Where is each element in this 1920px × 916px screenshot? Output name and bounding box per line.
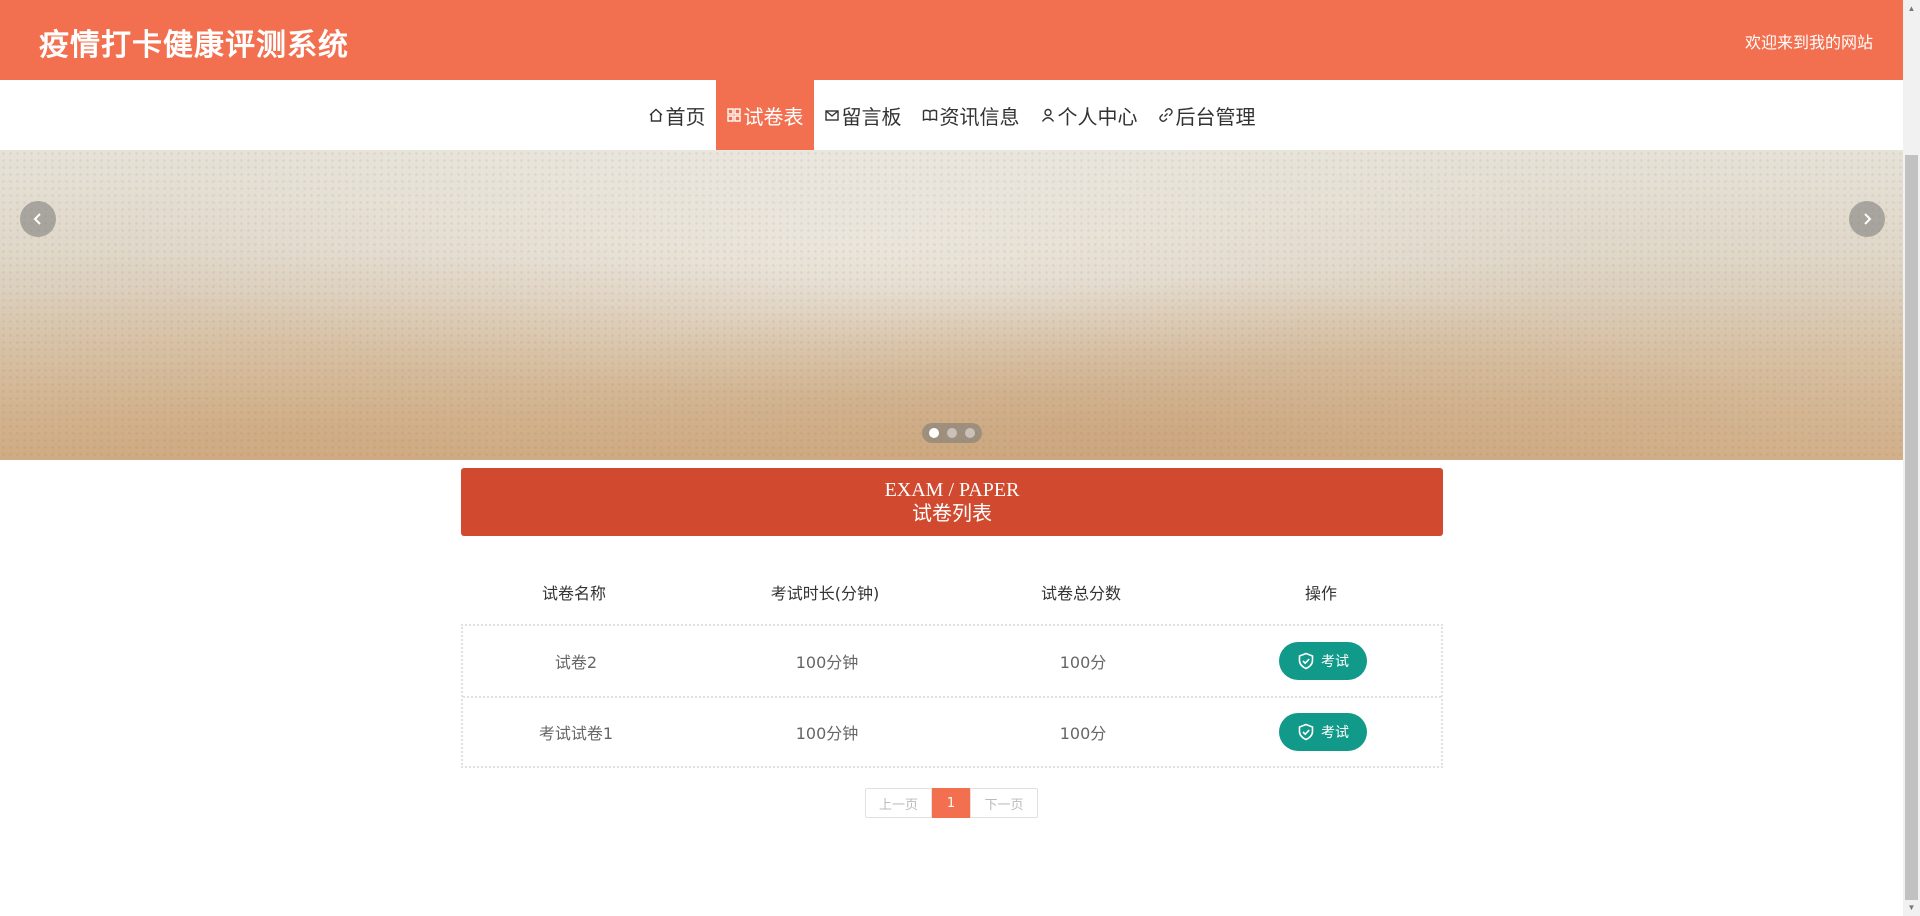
carousel-dot[interactable] (965, 428, 975, 438)
pagination: 上一页 1 下一页 (865, 788, 1038, 818)
column-header: 考试时长(分钟) (770, 584, 880, 603)
welcome-text: 欢迎来到我的网站 (1744, 33, 1873, 52)
chevron-right-icon (1864, 213, 1872, 225)
nav-item-papers[interactable]: 试卷表 (715, 80, 814, 150)
prev-page-button[interactable]: 上一页 (865, 788, 932, 818)
home-icon (649, 108, 662, 122)
section-title: EXAM / PAPER 试卷列表 (461, 468, 1443, 536)
site-header: 疫情打卡健康评测系统 欢迎来到我的网站 (0, 0, 1903, 80)
carousel-next-button[interactable] (1849, 201, 1885, 237)
nav-item-label: 试卷表 (743, 104, 804, 129)
column-header: 试卷名称 (541, 584, 606, 603)
paper-score: 100分 (1059, 653, 1107, 672)
paper-name: 试卷2 (554, 653, 598, 672)
carousel-prev-button[interactable] (20, 201, 56, 237)
carousel-indicators (922, 423, 982, 443)
column-header: 试卷总分数 (1040, 584, 1121, 603)
table-row: 试卷2 100分钟 100分 考试 (463, 626, 1441, 696)
action-cell: 考试 (1201, 642, 1445, 680)
nav-item-messages[interactable]: 留言板 (814, 80, 912, 150)
nav-item-home[interactable]: 首页 (638, 80, 716, 150)
nav-item-label: 留言板 (841, 104, 902, 129)
book-icon (922, 109, 937, 122)
shield-check-icon (1298, 723, 1314, 741)
user-icon (1041, 108, 1054, 122)
nav-item-profile[interactable]: 个人中心 (1030, 80, 1148, 150)
table-header: 试卷名称 考试时长(分钟) 试卷总分数 操作 (461, 560, 1443, 624)
page: 疫情打卡健康评测系统 欢迎来到我的网站 首页 试卷表 留言板 资讯信息 个人中心… (0, 0, 1920, 916)
scroll-down-arrow-icon[interactable]: ▼ (1903, 899, 1920, 916)
nav-item-label: 资讯信息 (939, 104, 1020, 129)
paper-duration: 100分钟 (795, 724, 859, 743)
scroll-thumb[interactable] (1905, 155, 1918, 900)
nav-item-admin[interactable]: 后台管理 (1148, 80, 1266, 150)
paper-name: 考试试卷1 (538, 724, 614, 743)
section-title-en: EXAM / PAPER (884, 479, 1020, 501)
paper-duration: 100分钟 (795, 653, 859, 672)
site-title: 疫情打卡健康评测系统 (39, 28, 349, 63)
papers-table: 试卷名称 考试时长(分钟) 试卷总分数 操作 试卷2 100分钟 100分 考试… (461, 560, 1443, 768)
scroll-up-arrow-icon[interactable]: ▲ (1903, 0, 1920, 17)
nav-item-news[interactable]: 资讯信息 (912, 80, 1030, 150)
nav-item-label: 个人中心 (1057, 104, 1138, 129)
take-exam-button[interactable]: 考试 (1279, 642, 1367, 680)
column-header: 操作 (1304, 584, 1337, 603)
take-exam-label: 考试 (1321, 654, 1349, 670)
next-page-button[interactable]: 下一页 (970, 788, 1038, 818)
take-exam-label: 考试 (1321, 725, 1349, 741)
carousel-dot[interactable] (929, 428, 939, 438)
nav-item-label: 首页 (665, 104, 706, 129)
paper-score: 100分 (1059, 724, 1107, 743)
nav-item-label: 后台管理 (1175, 104, 1256, 129)
action-cell: 考试 (1201, 713, 1445, 751)
link-icon (1158, 108, 1173, 122)
mail-icon (824, 110, 839, 121)
section-title-cn: 试卷列表 (912, 501, 992, 525)
table-body: 试卷2 100分钟 100分 考试 考试试卷1 100分钟 100分 考试 (461, 624, 1443, 768)
main-nav: 首页 试卷表 留言板 资讯信息 个人中心 后台管理 (0, 80, 1903, 150)
chevron-left-icon (33, 213, 41, 225)
banner-carousel (0, 150, 1903, 460)
grid-icon (726, 108, 741, 122)
take-exam-button[interactable]: 考试 (1279, 713, 1367, 751)
table-row: 考试试卷1 100分钟 100分 考试 (463, 696, 1441, 766)
page-number-button[interactable]: 1 (932, 788, 970, 818)
shield-check-icon (1298, 652, 1314, 670)
vertical-scrollbar[interactable]: ▲ ▼ (1903, 0, 1920, 916)
carousel-dot[interactable] (947, 428, 957, 438)
